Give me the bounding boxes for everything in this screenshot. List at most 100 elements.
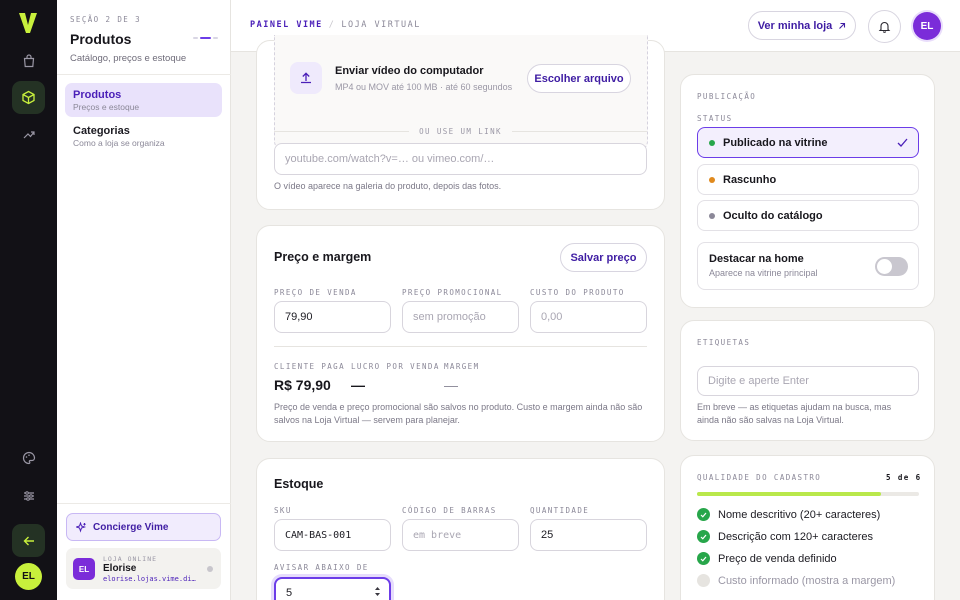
store-card[interactable]: EL LOJA ONLINE Elorise elorise.lojas.vim… <box>66 548 221 589</box>
view-store-button[interactable]: Ver minha loja <box>748 11 856 40</box>
concierge-button[interactable]: Concierge Vime <box>66 513 221 541</box>
tags-help-text: Em breve — as etiquetas ajudam na busca,… <box>697 402 892 425</box>
barcode-input[interactable]: em breve <box>402 519 519 551</box>
video-link-input[interactable]: youtube.com/watch?v=… ou vimeo.com/… <box>274 143 647 175</box>
cost-input[interactable]: 0,00 <box>530 301 647 333</box>
price-help-text: Preço de venda e preço promocional são s… <box>274 402 643 425</box>
quality-progress-fill <box>697 492 882 496</box>
highlight-home-row: Destacar na home Aparece na vitrine prin… <box>697 242 919 290</box>
publication-eyebrow: PUBLICAÇÃO <box>697 92 757 101</box>
choose-file-button[interactable]: Escolher arquivo <box>527 64 631 93</box>
back-arrow-icon <box>23 536 34 545</box>
client-pays-label: CLIENTE PAGA <box>274 362 345 371</box>
breadcrumb: PAINEL VIME / LOJA VIRTUAL <box>250 20 421 30</box>
palette-icon <box>22 451 35 464</box>
quality-progress-bar <box>697 492 919 496</box>
rail-back-button[interactable] <box>12 524 45 557</box>
upload-subtitle: MP4 ou MOV até 100 MB · até 60 segundos <box>335 82 513 92</box>
section-eyebrow: SEÇÃO 2 DE 3 <box>70 15 141 24</box>
nav-item-categorias[interactable]: Categorias Como a loja se organiza <box>65 119 222 153</box>
check-icon <box>897 138 908 147</box>
store-url: elorise.lojas.vime.di… <box>103 575 196 583</box>
quality-item-label: Preço de venda definido <box>718 552 837 565</box>
rail-products-button[interactable] <box>12 81 45 114</box>
sale-price-input[interactable]: 79,90 <box>274 301 391 333</box>
or-divider: OU USE UM LINK <box>274 127 648 136</box>
promo-price-label: PREÇO PROMOCIONAL <box>402 288 503 297</box>
status-option-label: Rascunho <box>723 173 777 186</box>
status-option-label: Publicado na vitrine <box>723 136 828 149</box>
concierge-label: Concierge Vime <box>93 521 169 533</box>
quality-item-label: Nome descritivo (20+ caracteres) <box>718 508 881 521</box>
highlight-subtitle: Aparece na vitrine principal <box>709 268 818 278</box>
rail-trend-button[interactable] <box>12 117 45 150</box>
app-rail: EL <box>0 0 57 600</box>
or-divider-label: OU USE UM LINK <box>419 127 502 136</box>
empty-circle-icon <box>697 574 710 587</box>
box-icon <box>22 90 35 105</box>
status-label: STATUS <box>697 114 733 123</box>
store-avatar: EL <box>73 558 95 580</box>
rail-user-avatar[interactable]: EL <box>15 563 42 590</box>
client-pays-value: R$ 79,90 <box>274 377 331 393</box>
save-price-button[interactable]: Salvar preço <box>560 243 647 272</box>
rail-palette-button[interactable] <box>12 441 45 474</box>
quality-eyebrow: QUALIDADE DO CADASTRO <box>697 473 822 482</box>
check-circle-icon <box>697 508 710 521</box>
tags-input[interactable]: Digite e aperte Enter <box>697 366 919 396</box>
rail-bag-button[interactable] <box>12 44 45 77</box>
highlight-toggle[interactable] <box>875 257 908 276</box>
cost-label: CUSTO DO PRODUTO <box>530 288 625 297</box>
status-option-published[interactable]: Publicado na vitrine <box>697 127 919 158</box>
user-avatar[interactable]: EL <box>913 12 941 40</box>
margin-label: MARGEM <box>444 362 480 371</box>
bell-icon <box>878 21 891 33</box>
store-eyebrow: LOJA ONLINE <box>103 555 158 563</box>
store-status-dot <box>207 566 213 572</box>
quality-item: Preço de venda definido <box>697 552 837 565</box>
sparkle-icon <box>76 521 87 533</box>
nav-item-label: Produtos <box>73 89 122 101</box>
breadcrumb-separator: / <box>328 20 336 30</box>
status-dot <box>709 176 715 183</box>
quality-item: Descrição com 120+ caracteres <box>697 530 873 543</box>
profit-label: LUCRO POR VENDA <box>351 362 440 371</box>
sliders-icon <box>23 490 34 501</box>
sku-input[interactable]: CAM-BAS-001 <box>274 519 391 551</box>
status-dot <box>709 139 715 146</box>
low-stock-value: 5 <box>286 587 293 599</box>
trend-icon <box>23 130 35 138</box>
quantity-label: QUANTIDADE <box>530 506 590 515</box>
breadcrumb-current: LOJA VIRTUAL <box>341 20 421 30</box>
status-option-hidden[interactable]: Oculto do catálogo <box>697 200 919 231</box>
sale-price-label: PREÇO DE VENDA <box>274 288 357 297</box>
highlight-title: Destacar na home <box>709 253 804 265</box>
video-help-text: O vídeo aparece na galeria do produto, d… <box>274 181 502 191</box>
status-dot <box>709 212 715 219</box>
quality-item: Nome descritivo (20+ caracteres) <box>697 508 880 521</box>
quality-item-label: Custo informado (mostra a margem) <box>718 574 896 587</box>
breadcrumb-root[interactable]: PAINEL VIME <box>250 20 323 30</box>
section-title: Produtos <box>70 31 132 47</box>
profit-value: — <box>351 377 365 393</box>
low-stock-label: AVISAR ABAIXO DE <box>274 563 369 572</box>
nav-item-sub: Como a loja se organiza <box>73 138 165 148</box>
upload-icon-wrap <box>290 62 322 94</box>
nav-item-produtos[interactable]: Produtos Preços e estoque <box>65 83 222 117</box>
margin-value: — <box>444 377 458 393</box>
chevron-down-icon[interactable] <box>374 592 381 597</box>
quality-score: 5 de 6 <box>886 473 922 482</box>
chevron-up-icon[interactable] <box>374 586 381 591</box>
low-stock-stepper[interactable]: 5 <box>274 577 391 600</box>
vime-logo[interactable] <box>17 11 39 35</box>
stock-card-title: Estoque <box>274 477 324 491</box>
notifications-button[interactable] <box>868 10 901 43</box>
promo-price-input[interactable]: sem promoção <box>402 301 519 333</box>
tags-eyebrow: ETIQUETAS <box>697 338 751 347</box>
rail-settings-button[interactable] <box>12 479 45 512</box>
check-circle-icon <box>697 552 710 565</box>
stepper-arrows[interactable] <box>374 586 381 597</box>
status-option-draft[interactable]: Rascunho <box>697 164 919 195</box>
quantity-input[interactable]: 25 <box>530 519 647 551</box>
nav-item-sub: Preços e estoque <box>73 102 140 112</box>
